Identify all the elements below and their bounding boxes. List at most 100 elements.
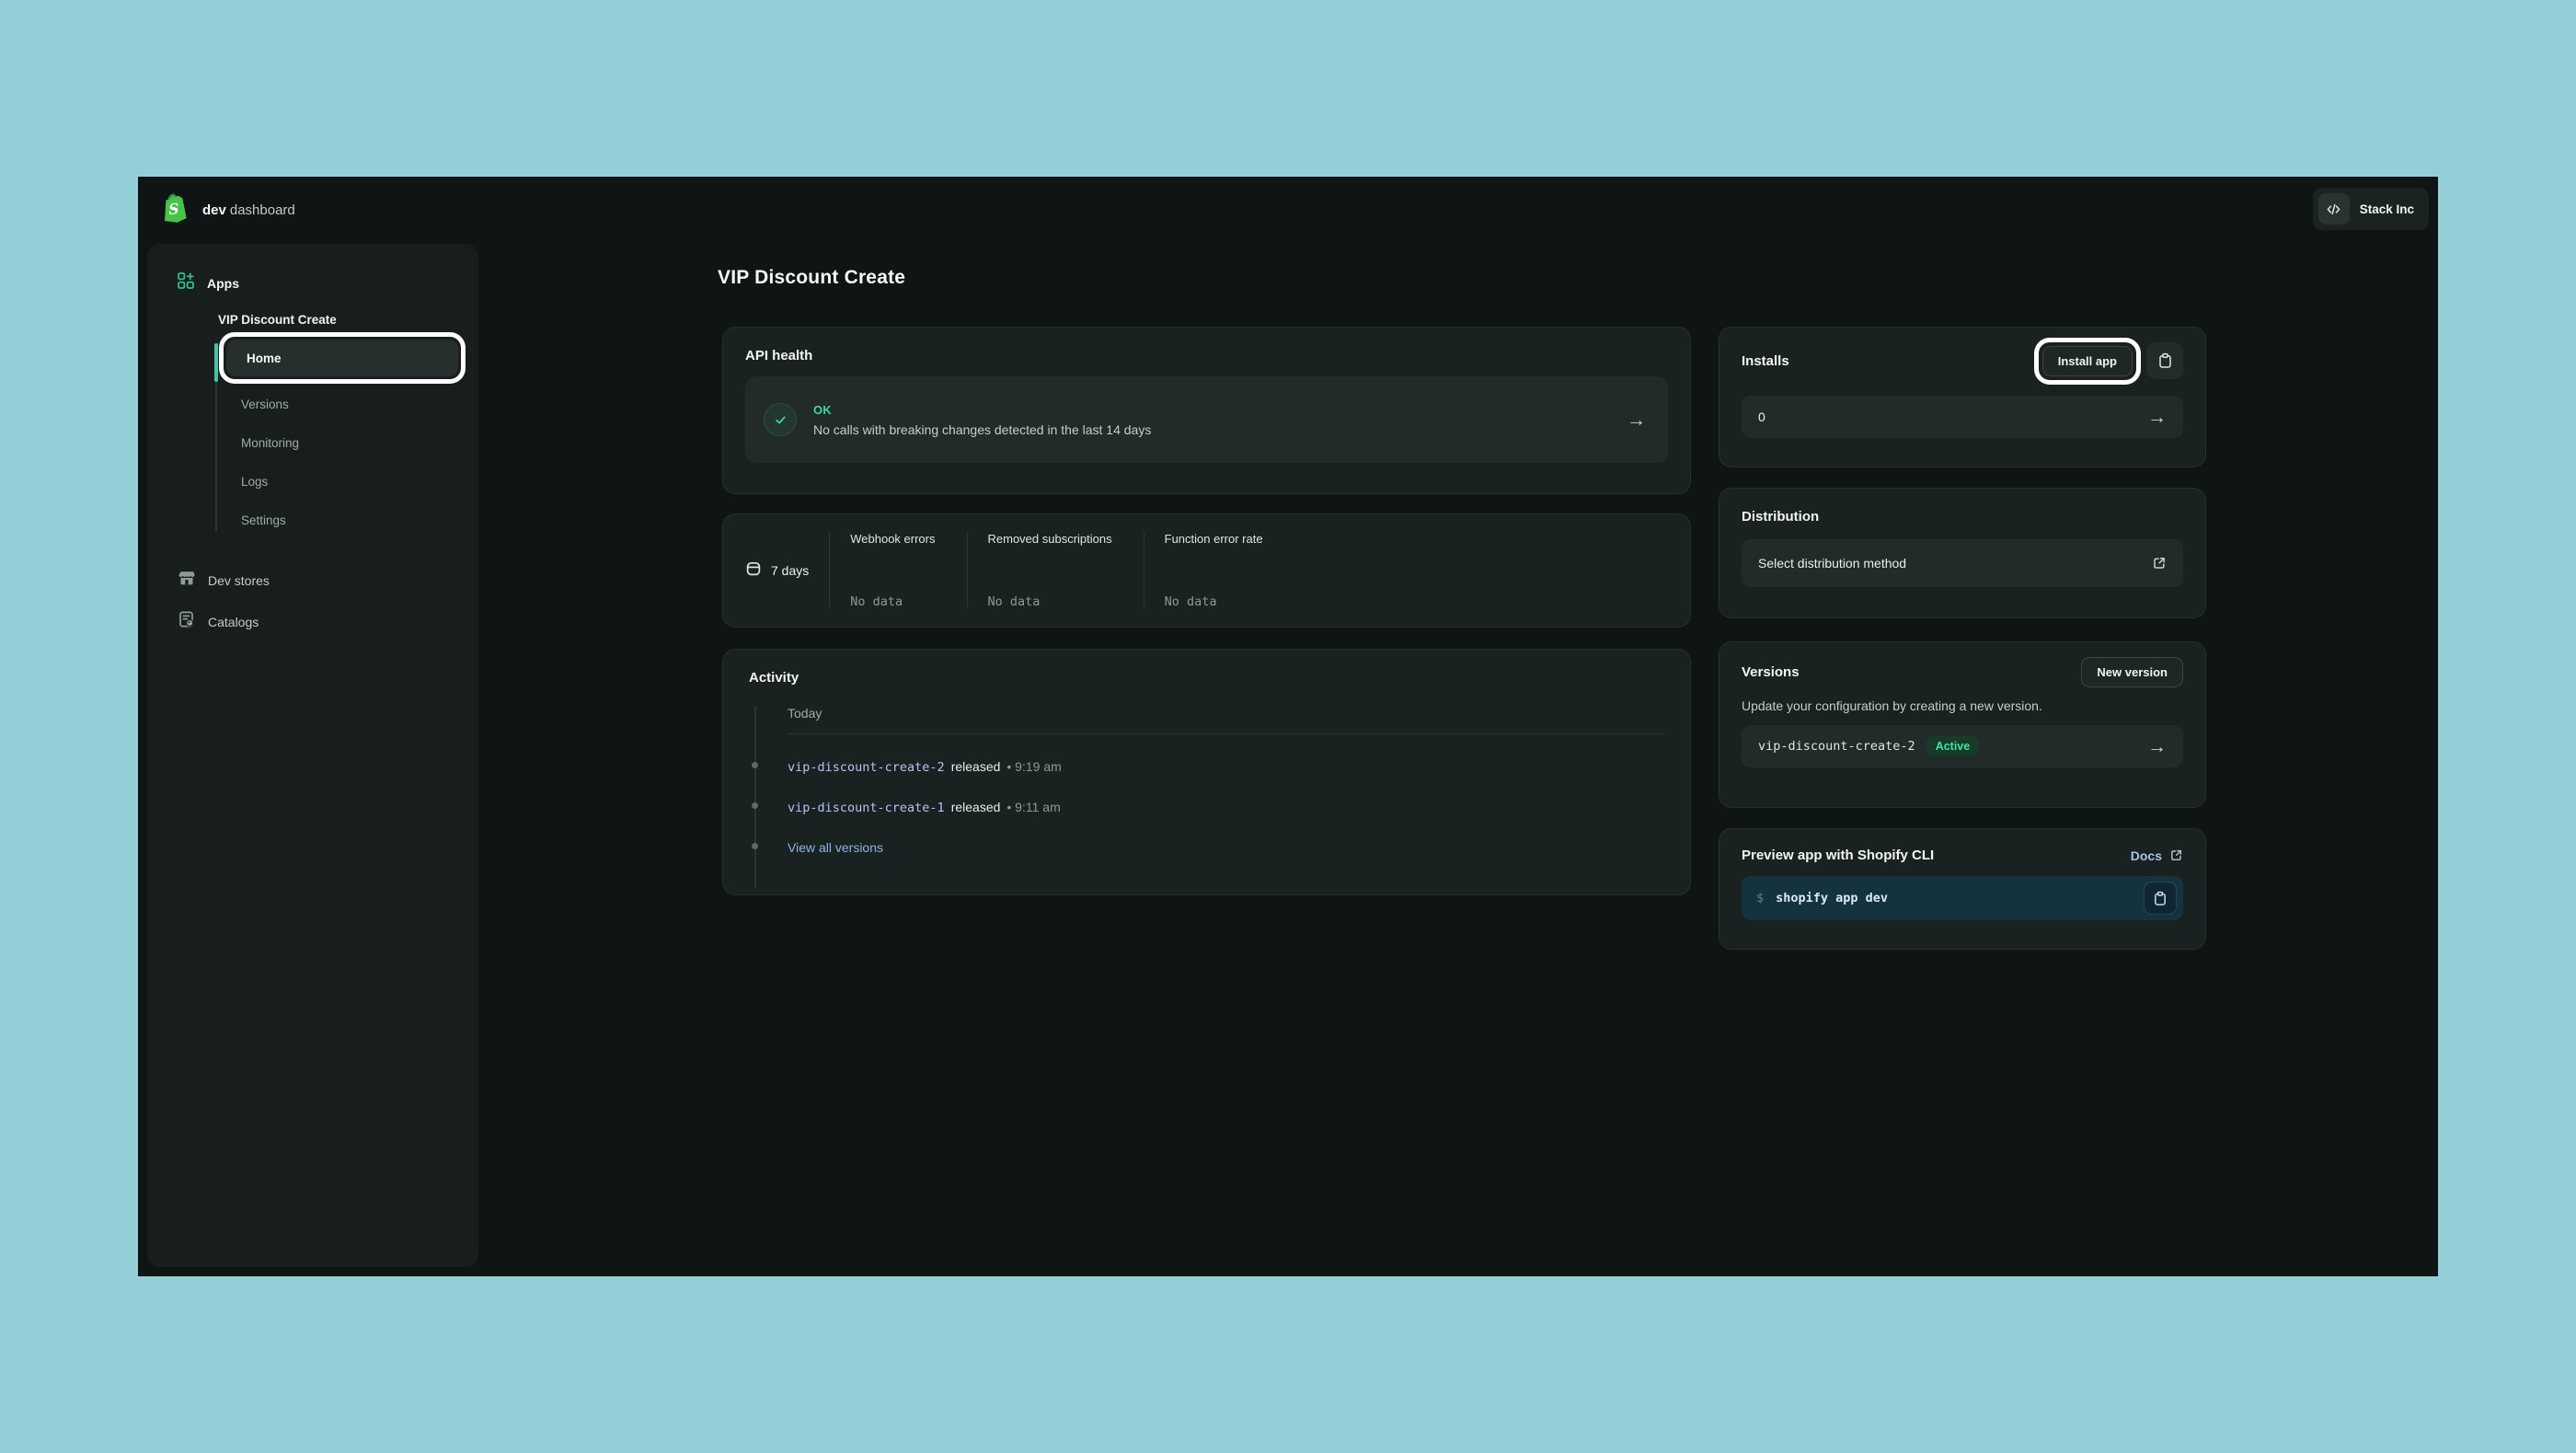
catalog-icon [178, 610, 196, 633]
installs-title: Installs [1742, 352, 1789, 369]
docs-link[interactable]: Docs [2131, 848, 2183, 863]
org-name: Stack Inc [2359, 202, 2414, 216]
clipboard-icon [2155, 891, 2166, 905]
check-circle-icon [764, 403, 797, 436]
sidebar-catalogs-label: Catalogs [208, 614, 259, 629]
date-range-label: 7 days [771, 563, 810, 578]
sidebar-sub-nav: Versions Monitoring Logs Settings [215, 385, 478, 539]
page-title: VIP Discount Create [718, 267, 906, 288]
metric-label: Function error rate [1164, 532, 1263, 546]
cli-command-row: $ shopify app dev [1742, 876, 2183, 920]
preview-cli-card: Preview app with Shopify CLI Docs $ shop… [1719, 828, 2206, 950]
sidebar-app-nav: Home Versions Monitoring Logs Settings [214, 332, 478, 539]
calendar-icon [745, 560, 762, 582]
versions-title: Versions [1742, 664, 1800, 680]
timeline-dot [752, 762, 758, 768]
sidebar-app-name: VIP Discount Create [218, 313, 337, 327]
code-icon [2317, 193, 2350, 225]
installs-count-row[interactable]: 0 → [1742, 396, 2183, 438]
activity-action: released [950, 800, 1001, 814]
external-link-icon [2152, 556, 2167, 571]
version-link[interactable]: vip-discount-create-1 [788, 801, 945, 815]
sidebar-item-home[interactable]: Home [219, 332, 466, 384]
timeline-divider [788, 733, 1664, 734]
version-link[interactable]: vip-discount-create-2 [788, 760, 945, 775]
right-column: Installs Install app 0 → Distribution Se… [1719, 327, 2206, 950]
versions-card: Versions New version Update your configu… [1719, 641, 2206, 808]
arrow-right-icon: → [2147, 735, 2167, 757]
metric-webhook-errors: Webhook errors No data [829, 532, 957, 609]
sidebar-item-settings[interactable]: Settings [215, 501, 478, 539]
active-status-badge: Active [1926, 736, 1980, 756]
api-health-status-row[interactable]: OK No calls with breaking changes detect… [745, 376, 1668, 463]
copy-command-button[interactable] [2144, 882, 2177, 915]
activity-item[interactable]: vip-discount-create-2 released • 9:19 am [752, 759, 1664, 775]
timeline-dot [752, 843, 758, 849]
sidebar-dev-stores-label: Dev stores [208, 572, 270, 588]
install-app-highlight-ring: Install app [2033, 337, 2142, 385]
clipboard-icon [2158, 352, 2171, 368]
topbar: S dev dashboard Stack Inc [138, 177, 2438, 243]
api-health-message: No calls with breaking changes detected … [813, 421, 1152, 437]
storefront-icon [178, 569, 196, 592]
sidebar-item-apps[interactable]: Apps [177, 271, 478, 294]
api-health-status: OK [813, 402, 832, 417]
sidebar-bottom-nav: Dev stores Catalogs [147, 559, 478, 642]
cli-prompt: $ [1756, 891, 1765, 905]
metrics-card: 7 days Webhook errors No data Removed su… [722, 513, 1691, 628]
activity-time: • 9:11 am [1006, 800, 1061, 814]
cli-command: shopify app dev [1776, 891, 1889, 905]
activity-item[interactable]: vip-discount-create-1 released • 9:11 am [752, 800, 1664, 815]
copy-install-link-button[interactable] [2146, 342, 2183, 379]
api-health-title: API health [745, 348, 813, 363]
metric-value: No data [987, 594, 1041, 609]
sidebar-item-logs[interactable]: Logs [215, 462, 478, 501]
distribution-title: Distribution [1742, 509, 1820, 525]
sidebar: Apps VIP Discount Create Home Versions M… [147, 244, 478, 1267]
view-all-versions-link[interactable]: View all versions [788, 840, 883, 855]
arrow-right-icon: → [2147, 406, 2167, 428]
shopify-logo-icon: S [159, 190, 190, 230]
arrow-right-icon: → [1627, 409, 1646, 431]
metric-value: No data [850, 594, 903, 609]
org-switcher-button[interactable]: Stack Inc [2312, 188, 2429, 230]
sidebar-home-label: Home [247, 351, 282, 365]
installs-card: Installs Install app 0 → [1719, 327, 2206, 467]
dev-dashboard-window: S dev dashboard Stack Inc Apps VIP Disco… [138, 177, 2438, 1276]
sidebar-item-dev-stores[interactable]: Dev stores [147, 559, 478, 601]
date-range-selector[interactable]: 7 days [745, 560, 809, 582]
version-name: vip-discount-create-2 [1758, 739, 1915, 754]
brand-title: dev dashboard [202, 202, 295, 218]
distribution-card: Distribution Select distribution method [1719, 488, 2206, 618]
api-health-texts: OK No calls with breaking changes detect… [813, 403, 1151, 437]
metric-removed-subscriptions: Removed subscriptions No data [966, 532, 1134, 609]
install-app-button[interactable]: Install app [2041, 345, 2133, 376]
select-distribution-row[interactable]: Select distribution method [1742, 539, 2183, 587]
timeline-dot [752, 802, 758, 809]
view-all-versions-item[interactable]: View all versions [752, 840, 1664, 855]
sidebar-item-monitoring[interactable]: Monitoring [215, 423, 478, 462]
metric-value: No data [1164, 594, 1217, 609]
active-version-row[interactable]: vip-discount-create-2 Active → [1742, 725, 2183, 767]
sidebar-item-versions[interactable]: Versions [215, 385, 478, 423]
installs-count: 0 [1758, 409, 1765, 424]
apps-grid-icon [177, 271, 195, 294]
docs-label: Docs [2130, 848, 2162, 863]
main-column: API health OK No calls with breaking cha… [722, 327, 1691, 895]
activity-title: Activity [749, 670, 799, 686]
new-version-button[interactable]: New version [2081, 657, 2183, 687]
activity-time: • 9:19 am [1006, 759, 1062, 774]
activity-card: Activity Today vip-discount-create-2 rel… [722, 649, 1691, 895]
api-health-card: API health OK No calls with breaking cha… [722, 327, 1691, 494]
nav-active-indicator [214, 343, 218, 382]
preview-title: Preview app with Shopify CLI [1742, 848, 1935, 863]
external-link-icon [2171, 849, 2182, 860]
activity-timeline: Today vip-discount-create-2 released • 9… [752, 700, 1664, 888]
sidebar-apps-label: Apps [207, 275, 239, 291]
sidebar-item-catalogs[interactable]: Catalogs [147, 601, 478, 642]
activity-group-label: Today [788, 706, 822, 721]
brand: S dev dashboard [159, 190, 295, 230]
metric-label: Removed subscriptions [987, 532, 1112, 546]
activity-action: released [950, 759, 1001, 774]
versions-description: Update your configuration by creating a … [1742, 698, 2042, 713]
